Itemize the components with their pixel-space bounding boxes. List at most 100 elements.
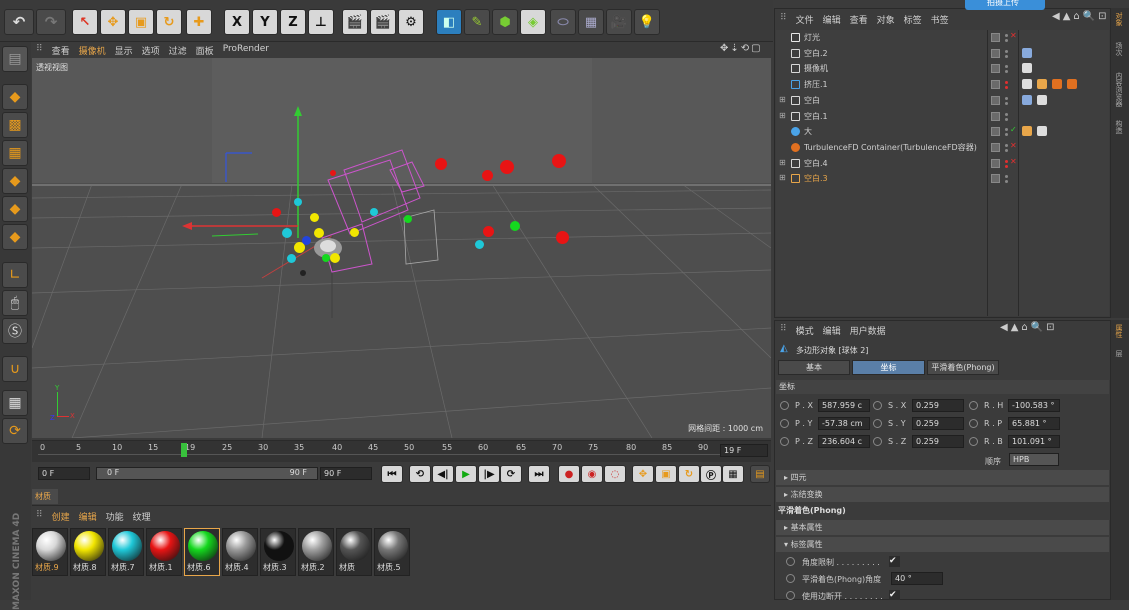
om-menu-tags[interactable]: 标签 xyxy=(904,13,922,26)
expand-icon[interactable]: ⊞ xyxy=(779,173,786,182)
visibility-toggle-icon[interactable] xyxy=(991,174,1000,184)
material-swatch[interactable]: 材质.9 xyxy=(32,528,68,576)
expand-icon[interactable]: ⊞ xyxy=(779,111,786,120)
phong-angle-field[interactable]: 40 ° xyxy=(891,572,943,585)
material-swatch[interactable]: 材质.6 xyxy=(184,528,220,576)
use-edge-checkbox[interactable]: ✔ xyxy=(889,590,900,600)
side-tab-content-browser[interactable]: 内容浏览器 xyxy=(1114,72,1124,107)
material-swatch[interactable]: 材质.1 xyxy=(146,528,182,576)
expand-icon[interactable]: ⊞ xyxy=(779,95,786,104)
deformer-button[interactable]: ⬭ xyxy=(550,9,576,35)
editor-dot-icon[interactable] xyxy=(1005,112,1008,116)
viewport-nav-icons[interactable]: ✥⇣⟲▢ xyxy=(720,43,763,54)
attr-menu-userdata[interactable]: 用户数据 xyxy=(850,324,886,337)
select-tool-button[interactable]: ↖ xyxy=(72,9,98,35)
object-row[interactable]: TurbulenceFD Container(TurbulenceFD容器) ✕ xyxy=(776,140,1109,155)
coordinate-system-button[interactable]: ⊥ xyxy=(308,9,334,35)
scale-tool-button[interactable]: ▣ xyxy=(128,9,154,35)
keyframe-selection-button[interactable]: ◌ xyxy=(604,465,626,483)
object-row[interactable]: 挤压.1 xyxy=(776,77,1109,92)
object-name[interactable]: 空白.2 xyxy=(804,48,828,59)
timeline-window-button[interactable]: ▤ xyxy=(750,465,770,483)
status-x-icon[interactable]: ✕ xyxy=(1010,31,1017,40)
rotation-order-select[interactable]: HPB xyxy=(1009,453,1059,466)
material-swatch[interactable]: 材质.8 xyxy=(70,528,106,576)
object-name[interactable]: 挤压.1 xyxy=(804,79,828,90)
basic-props-section[interactable]: ▸ 基本属性 xyxy=(776,520,1109,535)
play-button[interactable]: ▶ xyxy=(455,465,477,483)
key-pla-button[interactable]: ▦ xyxy=(722,465,744,483)
render-view-button[interactable]: 🎬 xyxy=(342,9,368,35)
material-swatch[interactable]: 材质.2 xyxy=(298,528,334,576)
tag-icon[interactable] xyxy=(1022,79,1032,90)
tab-phong[interactable]: 平滑着色(Phong) xyxy=(927,360,999,375)
coord-radio[interactable] xyxy=(969,419,978,428)
make-editable-button[interactable]: ▤ xyxy=(2,46,28,72)
object-row[interactable]: 摄像机 xyxy=(776,61,1109,76)
render-dot-icon[interactable] xyxy=(1005,54,1008,58)
om-menu-edit[interactable]: 编辑 xyxy=(823,13,841,26)
tag-icon[interactable] xyxy=(1067,79,1077,90)
array-button[interactable]: ◈ xyxy=(520,9,546,35)
scale-field[interactable]: 0.259 xyxy=(912,399,964,412)
tag-icon[interactable] xyxy=(1022,94,1032,105)
material-menu-edit[interactable]: 编辑 xyxy=(79,510,97,523)
points-mode-button[interactable]: ◆ xyxy=(2,168,28,194)
coord-radio[interactable] xyxy=(780,419,789,428)
z-axis-lock-button[interactable]: Z xyxy=(280,9,306,35)
render-dot-icon[interactable] xyxy=(1005,117,1008,121)
render-dot-icon[interactable] xyxy=(1005,148,1008,152)
render-settings-button[interactable]: ⚙ xyxy=(398,9,424,35)
editor-dot-icon[interactable] xyxy=(1005,128,1008,132)
editor-dot-icon[interactable] xyxy=(1005,49,1008,53)
status-x-icon[interactable]: ✕ xyxy=(1010,157,1017,166)
angle-limit-radio[interactable] xyxy=(786,557,795,566)
expand-icon[interactable]: ⊞ xyxy=(779,158,786,167)
record-keys-button[interactable]: ● xyxy=(558,465,580,483)
editor-dot-icon[interactable] xyxy=(1005,175,1008,179)
side-tab-takes[interactable]: 场次 xyxy=(1114,42,1124,56)
object-name[interactable]: TurbulenceFD Container(TurbulenceFD容器) xyxy=(804,142,977,153)
go-to-end-button[interactable]: ⏭ xyxy=(528,465,550,483)
side-tab-structure[interactable]: 构造 xyxy=(1114,120,1124,134)
tag-icon[interactable] xyxy=(1037,94,1047,105)
planar-workplane-button[interactable]: ⟳ xyxy=(2,418,28,444)
visibility-toggle-icon[interactable] xyxy=(991,111,1000,121)
tag-icon[interactable] xyxy=(1037,126,1047,137)
key-rotation-button[interactable]: ↻ xyxy=(678,465,700,483)
lock-workplane-button[interactable]: ▦ xyxy=(2,390,28,416)
attr-menu-mode[interactable]: 模式 xyxy=(796,324,814,337)
material-swatch[interactable]: 材质.5 xyxy=(374,528,410,576)
status-x-icon[interactable]: ✕ xyxy=(1010,141,1017,150)
angle-limit-checkbox[interactable]: ✔ xyxy=(889,556,900,567)
rotation-field[interactable]: 65.881 ° xyxy=(1008,417,1060,430)
viewport-menu-cameras[interactable]: 摄像机 xyxy=(79,44,106,57)
attr-nav-icons[interactable]: ◀▲⌂🔍⊡ xyxy=(1000,322,1058,333)
edges-mode-button[interactable]: ◆ xyxy=(2,196,28,222)
position-field[interactable]: 236.604 c xyxy=(818,435,870,448)
render-dot-icon[interactable] xyxy=(1005,101,1008,105)
visibility-toggle-icon[interactable] xyxy=(991,80,1000,90)
render-dot-icon[interactable] xyxy=(1005,86,1008,90)
x-axis-lock-button[interactable]: X xyxy=(224,9,250,35)
render-dot-icon[interactable] xyxy=(1005,39,1008,42)
texture-mode-button[interactable]: ▩ xyxy=(2,112,28,138)
live-select-button[interactable]: ✚ xyxy=(186,9,212,35)
render-dot-icon[interactable] xyxy=(1005,180,1008,184)
side-tab-attributes[interactable]: 属性 xyxy=(1114,324,1124,338)
snap-button[interactable]: Ⓢ xyxy=(2,318,28,344)
timeline-ruler[interactable]: 0 5 10 15 19 25 30 35 40 45 50 55 60 65 70 75 80 85 90 19 … xyxy=(32,440,771,462)
material-tab[interactable]: 材质 xyxy=(32,489,58,504)
key-parameter-button[interactable]: Ⓟ xyxy=(700,465,722,483)
coord-radio[interactable] xyxy=(969,401,978,410)
material-menu-texture[interactable]: 纹理 xyxy=(133,510,151,523)
visibility-toggle-icon[interactable] xyxy=(991,158,1000,168)
key-position-button[interactable]: ✥ xyxy=(632,465,654,483)
tag-icon[interactable] xyxy=(1052,79,1062,90)
om-menu-view[interactable]: 查看 xyxy=(850,13,868,26)
om-menu-objects[interactable]: 对象 xyxy=(877,13,895,26)
object-row[interactable]: ⊞ 空白.3 xyxy=(776,171,1109,186)
upload-button[interactable]: 拍摄上传 xyxy=(965,0,1045,10)
pen-spline-button[interactable]: ✎ xyxy=(464,9,490,35)
tag-icon[interactable] xyxy=(1022,126,1032,137)
